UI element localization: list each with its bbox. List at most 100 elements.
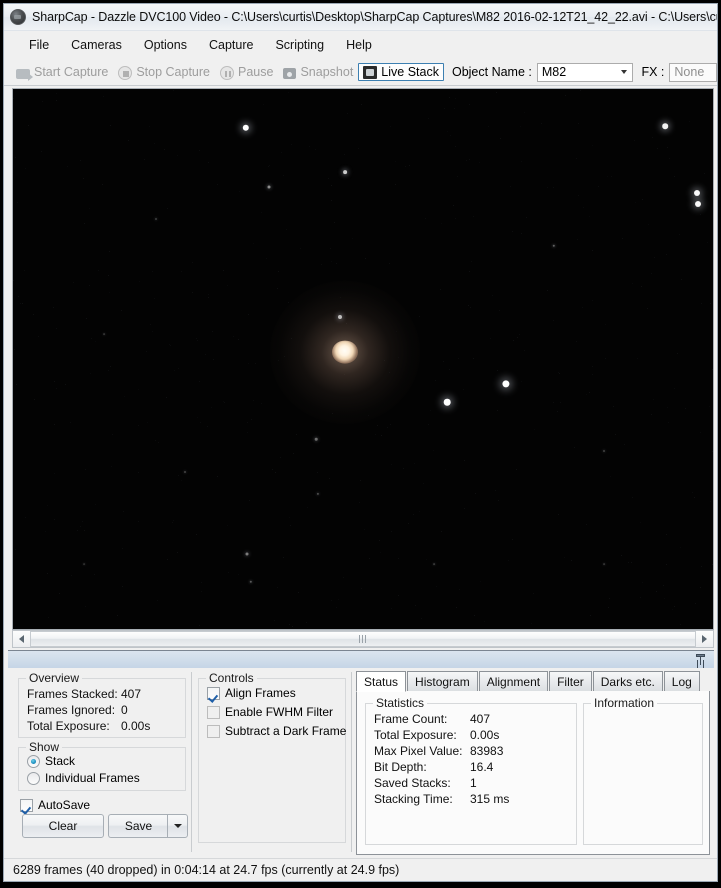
window-client-area: SharpCap - Dazzle DVC100 Video - C:\User…: [3, 3, 718, 882]
tab-body-status: Statistics Frame Count: 407 Total Exposu…: [356, 691, 710, 855]
scrollbar-thumb[interactable]: [30, 631, 696, 647]
live-view-panel[interactable]: [12, 88, 714, 630]
stop-capture-label: Stop Capture: [136, 65, 211, 79]
controls-group: Controls Align Frames Enable FWHM Filter…: [198, 671, 346, 843]
star: [242, 124, 250, 132]
autosave-checkbox[interactable]: [20, 798, 33, 812]
subtract-dark-frame-row[interactable]: Subtract a Dark Frame: [207, 724, 346, 738]
start-capture-button[interactable]: Start Capture: [11, 63, 113, 81]
menu-item-cameras[interactable]: Cameras: [60, 35, 133, 55]
tab-alignment[interactable]: Alignment: [478, 671, 549, 691]
star: [314, 437, 318, 441]
total-exposure-value: 0.00s: [121, 719, 151, 733]
star: [662, 123, 668, 129]
star: [552, 244, 556, 248]
enable-fwhm-filter-row[interactable]: Enable FWHM Filter: [207, 705, 333, 719]
autosave-label: AutoSave: [38, 798, 91, 812]
tab-log[interactable]: Log: [663, 671, 700, 691]
stop-icon: [118, 65, 133, 80]
save-button[interactable]: Save: [108, 814, 168, 838]
panel-pin-bar: [8, 650, 714, 668]
chevron-down-icon[interactable]: [616, 64, 632, 81]
radio-show-individual-frames[interactable]: Individual Frames: [27, 771, 140, 785]
star: [443, 398, 451, 406]
window-title: SharpCap - Dazzle DVC100 Video - C:\User…: [32, 10, 717, 24]
star: [694, 190, 700, 196]
horizontal-scrollbar[interactable]: [12, 630, 714, 648]
star: [155, 218, 157, 220]
pause-icon: [220, 65, 235, 80]
clear-button[interactable]: Clear: [22, 814, 104, 838]
pin-icon[interactable]: [694, 653, 708, 667]
menu-item-scripting[interactable]: Scripting: [264, 35, 335, 55]
tab-darks-etc[interactable]: Darks etc.: [592, 671, 663, 691]
bit-depth-label: Bit Depth:: [374, 760, 427, 774]
align-frames-label: Align Frames: [225, 686, 296, 700]
fx-value: None: [674, 65, 705, 79]
stacking-time-value: 315 ms: [470, 792, 510, 806]
star: [695, 201, 701, 207]
stacking-time-label: Stacking Time:: [374, 792, 453, 806]
live-stack-button[interactable]: Live Stack: [358, 63, 444, 81]
tab-status[interactable]: Status: [356, 671, 407, 692]
stat-total-exposure-value: 0.00s: [470, 728, 500, 742]
align-frames-checkbox[interactable]: [207, 686, 220, 700]
sharpcap-logo-icon: [10, 9, 26, 25]
fx-combobox[interactable]: None: [669, 62, 717, 82]
radio-indicator-individual-frames[interactable]: [27, 771, 40, 785]
live-stack-label: Live Stack: [381, 65, 439, 79]
menu-item-help[interactable]: Help: [335, 35, 383, 55]
camera-icon: [16, 68, 33, 81]
star: [267, 185, 271, 189]
information-group-title: Information: [591, 696, 658, 710]
live-stack-icon: [363, 66, 378, 79]
star: [603, 450, 605, 452]
object-name-label: Object Name :: [451, 65, 532, 79]
radio-indicator-stack[interactable]: [27, 754, 40, 768]
radio-label-stack: Stack: [45, 754, 76, 768]
object-name-combobox[interactable]: M82: [536, 62, 634, 82]
stat-total-exposure-label: Total Exposure:: [374, 728, 457, 742]
status-bar: 6289 frames (40 dropped) in 0:04:14 at 2…: [4, 858, 717, 881]
star: [433, 563, 435, 565]
scroll-left-arrow-icon[interactable]: [13, 631, 30, 647]
status-bar-text: 6289 frames (40 dropped) in 0:04:14 at 2…: [13, 863, 400, 877]
tab-histogram[interactable]: Histogram: [407, 671, 478, 691]
star: [245, 552, 249, 556]
star: [603, 563, 605, 565]
controls-group-title: Controls: [206, 671, 257, 685]
menu-item-options[interactable]: Options: [133, 35, 198, 55]
scroll-right-arrow-icon[interactable]: [696, 631, 713, 647]
autosave-checkbox-row[interactable]: AutoSave: [20, 798, 90, 812]
snapshot-button[interactable]: Snapshot: [278, 63, 358, 81]
live-stack-dock: Overview Frames Stacked: 407 Frames Igno…: [8, 668, 714, 858]
max-pixel-value-label: Max Pixel Value:: [374, 744, 463, 758]
tab-filter[interactable]: Filter: [549, 671, 592, 691]
scrollbar-grip-icon: [359, 635, 367, 643]
max-pixel-value-value: 83983: [470, 744, 504, 758]
align-frames-row[interactable]: Align Frames: [207, 686, 296, 700]
star: [83, 563, 85, 565]
subtract-dark-frame-checkbox[interactable]: [207, 724, 220, 738]
enable-fwhm-filter-checkbox[interactable]: [207, 705, 220, 719]
menu-item-capture[interactable]: Capture: [198, 35, 264, 55]
sky-image[interactable]: [13, 89, 713, 629]
fx-label: FX :: [641, 65, 665, 79]
save-dropdown-arrow-icon[interactable]: [167, 814, 188, 838]
enable-fwhm-filter-label: Enable FWHM Filter: [225, 705, 334, 719]
star: [103, 333, 105, 335]
information-group: Information: [583, 696, 703, 845]
stop-capture-button[interactable]: Stop Capture: [113, 63, 215, 82]
menu-bar: File Cameras Options Capture Scripting H…: [4, 31, 717, 59]
subtract-dark-frame-label: Subtract a Dark Frame: [225, 724, 347, 738]
snapshot-icon: [283, 67, 297, 79]
frame-count-value: 407: [470, 712, 491, 726]
overview-group-title: Overview: [26, 671, 83, 685]
radio-show-stack[interactable]: Stack: [27, 754, 75, 768]
menu-item-file[interactable]: File: [18, 35, 60, 55]
pause-button[interactable]: Pause: [215, 63, 278, 82]
application-window: SharpCap - Dazzle DVC100 Video - C:\User…: [0, 0, 721, 888]
star: [249, 580, 253, 584]
scrollbar-track[interactable]: [30, 631, 696, 647]
show-group-title: Show: [26, 740, 63, 754]
